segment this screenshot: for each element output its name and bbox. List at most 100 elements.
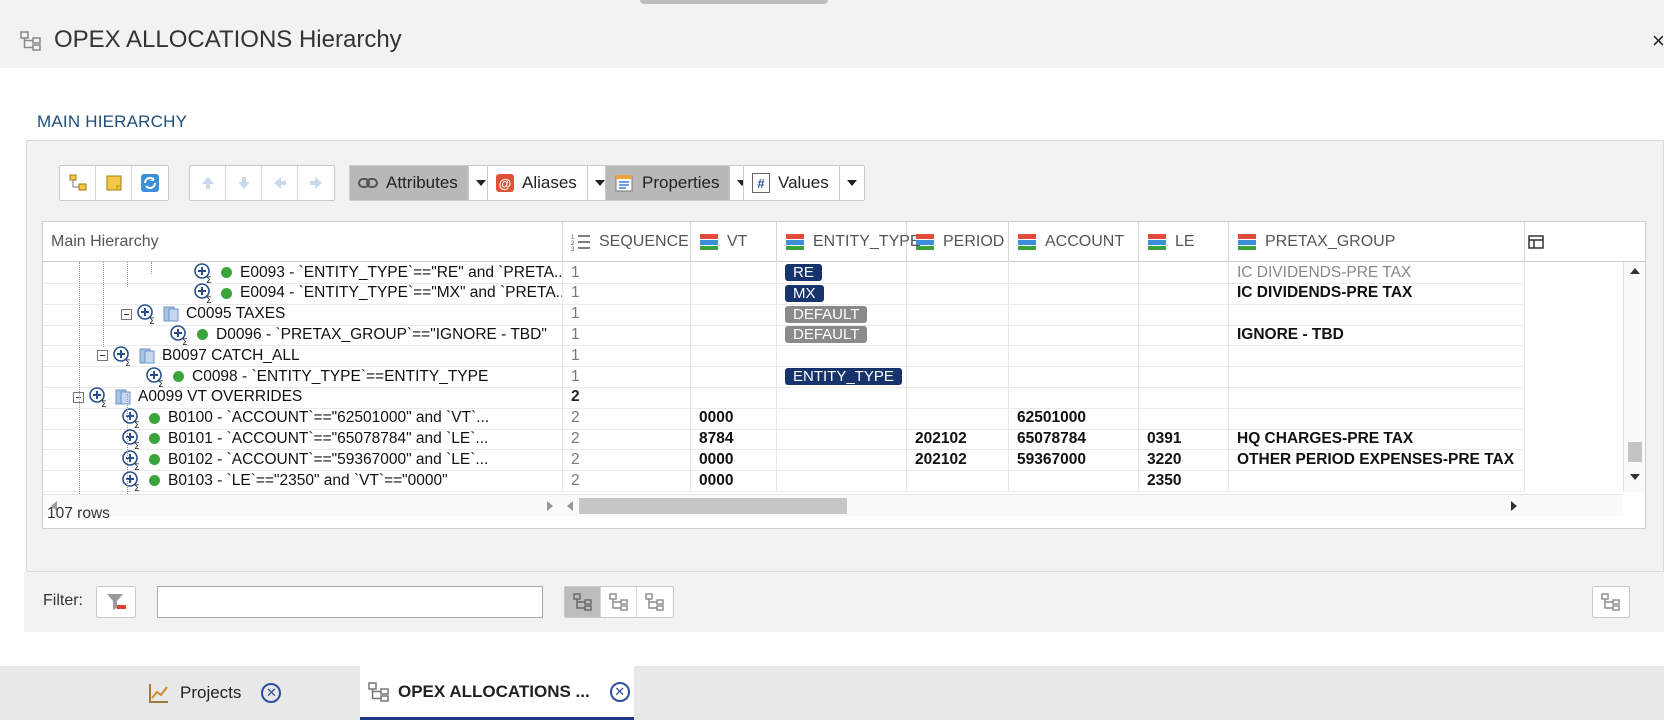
cell-vt[interactable] — [691, 303, 777, 326]
cell-entity-type[interactable]: ENTITY_TYPE — [777, 366, 907, 388]
attributes-dropdown[interactable]: Attributes — [349, 165, 494, 201]
cell-period[interactable] — [907, 386, 1009, 409]
clear-filter-button[interactable] — [96, 586, 136, 618]
values-dropdown[interactable]: # Values — [743, 165, 865, 201]
cell-entity-type[interactable] — [777, 386, 907, 409]
move-left-button[interactable] — [262, 166, 298, 200]
col-header-account[interactable]: ACCOUNT — [1009, 222, 1139, 262]
cell-vt[interactable]: 0000 — [691, 407, 777, 430]
vertical-scrollbar[interactable] — [1623, 262, 1645, 492]
cell-vt[interactable] — [691, 324, 777, 347]
scroll-right-icon[interactable] — [1511, 501, 1517, 511]
tree-node[interactable]: Σ E0093 - `ENTITY_TYPE`=="RE" and `PRETA.… — [193, 262, 562, 283]
col-header-sequence[interactable]: 123 SEQUENCE — [563, 222, 691, 262]
cell-le[interactable] — [1139, 386, 1229, 409]
scroll-down-icon[interactable] — [1630, 474, 1640, 480]
cell-le[interactable] — [1139, 345, 1229, 368]
cell-le[interactable]: 0391 — [1139, 428, 1229, 451]
cell-vt[interactable] — [691, 386, 777, 409]
cell-seq[interactable]: 1 — [563, 366, 691, 388]
cell-entity-type[interactable] — [777, 470, 907, 492]
cell-account[interactable] — [1009, 386, 1139, 409]
cell-seq[interactable]: 2 — [563, 428, 691, 451]
cell-entity-type[interactable]: RE — [777, 262, 907, 284]
cell-vt[interactable] — [691, 345, 777, 368]
cell-pretax[interactable] — [1229, 386, 1525, 409]
close-tab-icon[interactable] — [609, 681, 630, 702]
tree-cell[interactable]: Σ B0100 - `ACCOUNT`=="62501000" and `VT`.… — [43, 407, 563, 430]
tree-cell[interactable]: Σ D0096 - `PRETAX_GROUP`=="IGNORE - TBD" — [43, 324, 563, 347]
cell-pretax[interactable] — [1229, 407, 1525, 430]
tree-node[interactable]: Σ B0102 - `ACCOUNT`=="59367000" and `LE`.… — [121, 449, 488, 470]
cell-entity-type[interactable] — [777, 345, 907, 368]
tree-cell[interactable]: Σ A0099 VT OVERRIDES — [43, 386, 563, 409]
tree-cell[interactable]: Σ C0095 TAXES — [43, 303, 563, 326]
cell-pretax[interactable] — [1229, 303, 1525, 326]
cell-le[interactable] — [1139, 366, 1229, 388]
cell-entity-type[interactable] — [777, 428, 907, 451]
properties-dropdown[interactable]: Properties — [605, 165, 756, 201]
horizontal-scroll-thumb[interactable] — [579, 498, 847, 514]
cell-period[interactable] — [907, 282, 1009, 305]
cell-vt[interactable]: 0000 — [691, 470, 777, 492]
move-down-button[interactable] — [226, 166, 262, 200]
cell-pretax[interactable]: IGNORE - TBD — [1229, 324, 1525, 347]
tab-opex-allocations[interactable]: OPEX ALLOCATIONS ... — [360, 666, 634, 720]
add-node-button[interactable] — [60, 166, 96, 200]
view-mode-ancestors-button[interactable] — [601, 587, 637, 617]
col-header-period[interactable]: PERIOD — [907, 222, 1009, 262]
add-leaf-button[interactable] — [96, 166, 132, 200]
cell-vt[interactable] — [691, 366, 777, 388]
collapse-toggle-icon[interactable] — [97, 350, 108, 362]
cell-account[interactable] — [1009, 282, 1139, 305]
cell-vt[interactable] — [691, 282, 777, 305]
move-right-button[interactable] — [298, 166, 334, 200]
cell-le[interactable] — [1139, 262, 1229, 284]
filter-input[interactable] — [157, 586, 543, 618]
table-row[interactable]: Σ E0094 - `ENTITY_TYPE`=="MX" and `PRETA.… — [43, 282, 1599, 305]
cell-seq[interactable]: 1 — [563, 345, 691, 368]
scroll-left-icon[interactable] — [567, 501, 573, 511]
column-chooser-button[interactable] — [1525, 222, 1547, 262]
table-row[interactable]: Σ B0102 - `ACCOUNT`=="59367000" and `LE`.… — [43, 449, 1599, 472]
cell-period[interactable] — [907, 366, 1009, 388]
tree-cell[interactable]: Σ B0102 - `ACCOUNT`=="59367000" and `LE`.… — [43, 449, 563, 472]
cell-le[interactable] — [1139, 303, 1229, 326]
table-row[interactable]: Σ C0098 - `ENTITY_TYPE`==ENTITY_TYPE 1 ENTI… — [43, 366, 1599, 388]
table-row[interactable]: Σ B0103 - `LE`=="2350" and `VT`=="0000" 2 0… — [43, 470, 1599, 492]
tree-node[interactable]: Σ B0103 - `LE`=="2350" and `VT`=="0000" — [121, 470, 448, 491]
table-row[interactable]: Σ B0100 - `ACCOUNT`=="62501000" and `VT`.… — [43, 407, 1599, 430]
cell-le[interactable] — [1139, 324, 1229, 347]
table-row[interactable]: Σ A0099 VT OVERRIDES 2 — [43, 386, 1599, 409]
col-header-pretax-group[interactable]: PRETAX_GROUP — [1229, 222, 1525, 262]
tree-node[interactable]: Σ B0097 CATCH_ALL — [97, 345, 300, 366]
vertical-scroll-thumb[interactable] — [1628, 442, 1642, 462]
cell-pretax[interactable]: HQ CHARGES-PRE TAX — [1229, 428, 1525, 451]
col-header-vt[interactable]: VT — [691, 222, 777, 262]
tree-node[interactable]: Σ D0096 - `PRETAX_GROUP`=="IGNORE - TBD" — [169, 324, 547, 345]
cell-vt[interactable] — [691, 262, 777, 284]
cell-seq[interactable]: 2 — [563, 407, 691, 430]
cell-seq[interactable]: 1 — [563, 282, 691, 305]
cell-seq[interactable]: 2 — [563, 449, 691, 472]
refresh-button[interactable] — [132, 166, 168, 200]
cell-account[interactable] — [1009, 262, 1139, 284]
cell-vt[interactable]: 0000 — [691, 449, 777, 472]
cell-seq[interactable]: 2 — [563, 386, 691, 409]
cell-entity-type[interactable]: MX — [777, 282, 907, 305]
cell-account[interactable] — [1009, 345, 1139, 368]
cell-account[interactable] — [1009, 366, 1139, 388]
table-row[interactable]: Σ E0093 - `ENTITY_TYPE`=="RE" and `PRETA.… — [43, 262, 1599, 284]
cell-account[interactable]: 59367000 — [1009, 449, 1139, 472]
hierarchy-options-button[interactable] — [1592, 586, 1630, 618]
cell-period[interactable] — [907, 324, 1009, 347]
cell-pretax[interactable]: IC DIVIDENDS-PRE TAX — [1229, 282, 1525, 305]
move-up-button[interactable] — [190, 166, 226, 200]
collapse-toggle-icon[interactable] — [121, 308, 132, 320]
tree-node[interactable]: Σ B0101 - `ACCOUNT`=="65078784" and `LE`.… — [121, 428, 488, 449]
table-row[interactable]: Σ D0096 - `PRETAX_GROUP`=="IGNORE - TBD" 1… — [43, 324, 1599, 347]
cell-period[interactable] — [907, 262, 1009, 284]
cell-period[interactable]: 202102 — [907, 428, 1009, 451]
cell-entity-type[interactable]: DEFAULT — [777, 303, 907, 326]
cell-pretax[interactable] — [1229, 366, 1525, 388]
